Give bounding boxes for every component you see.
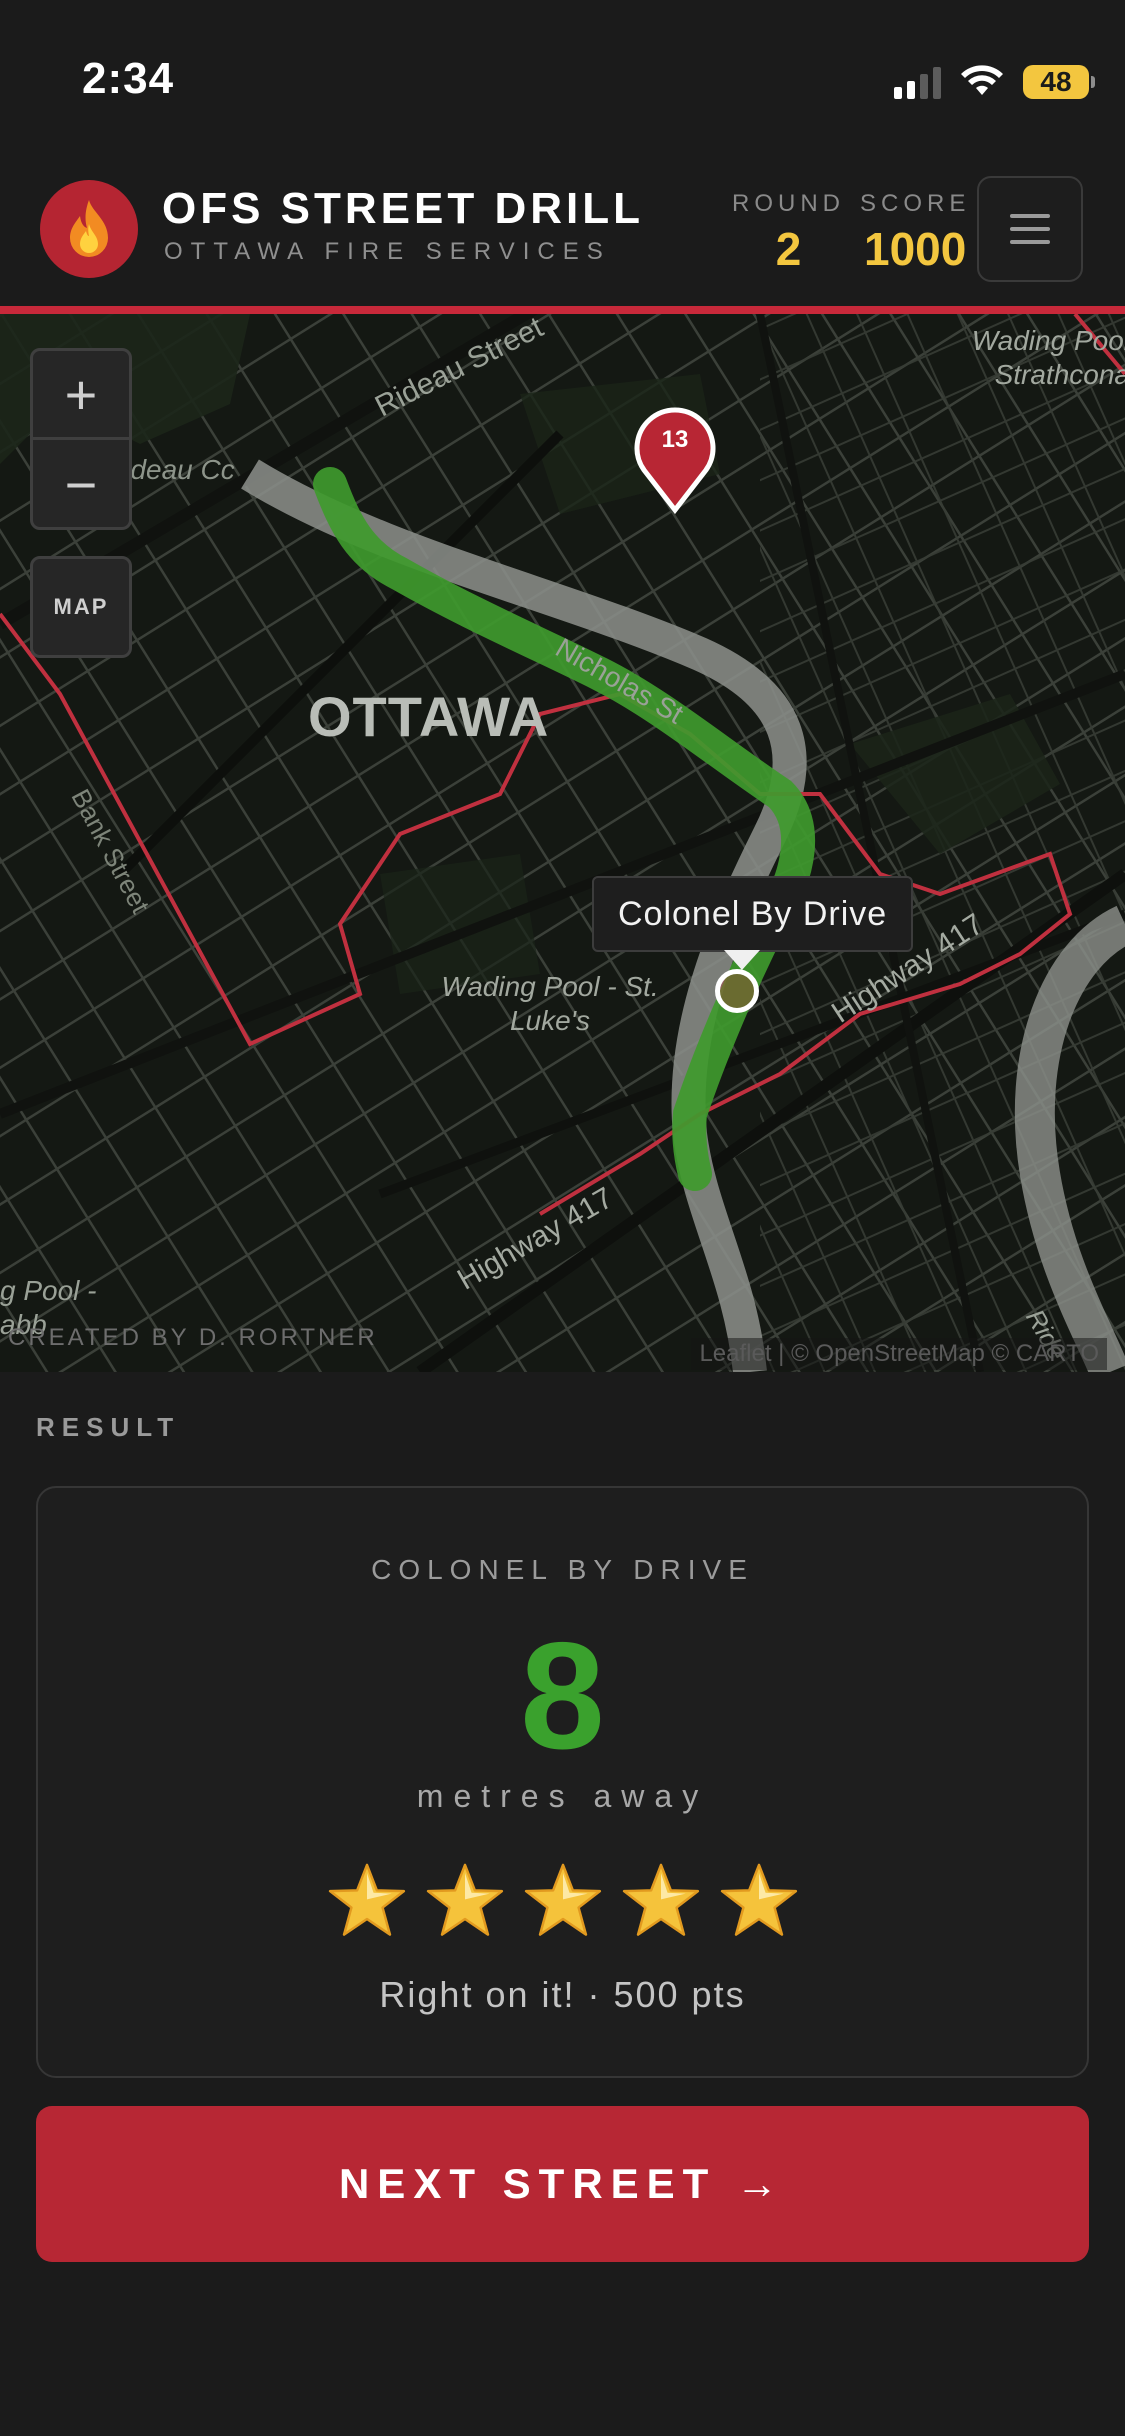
fire-logo-icon [40,180,138,278]
result-heading: RESULT [36,1412,181,1442]
map-attribution[interactable]: Leaflet | © OpenStreetMap © CARTO [691,1338,1107,1370]
map-layer-toggle[interactable]: MAP [30,556,132,658]
app-title: OFS STREET DRILL [162,184,644,233]
map-credit: CREATED BY D. RORTNER [8,1324,378,1351]
battery-level: 48 [1040,66,1072,97]
app-subtitle: OTTAWA FIRE SERVICES [164,238,611,265]
map-label-wading-pool-st-lukes-line1: Wading Pool - St. [441,971,659,1002]
map-label-wading-pool-st-lukes: Wading Pool - St. Luke's [420,970,680,1038]
score-value: 1000 [864,223,967,275]
guess-marker [715,969,759,1013]
street-tooltip-text: Colonel By Drive [618,894,888,933]
zoom-out-button[interactable]: − [33,440,129,527]
round-stat: ROUND 2 [732,190,845,276]
score-label: SCORE [860,190,971,217]
street-tooltip: Colonel By Drive [592,876,914,970]
status-time: 2:34 [82,54,175,103]
star-icon [622,1863,699,1936]
cellular-signal-icon [894,65,941,99]
zoom-control: + − [30,348,132,530]
menu-button[interactable] [977,176,1083,282]
map-label-strathcona-line1: Wading Pool [971,325,1125,356]
result-distance: 8 [520,1611,605,1781]
app-header: OFS STREET DRILL OTTAWA FIRE SERVICES RO… [0,160,1125,308]
battery-icon: 48 [1023,65,1095,99]
result-distance-unit: metres away [416,1778,709,1814]
zoom-in-button[interactable]: + [33,351,129,440]
star-icon [524,1863,601,1936]
next-street-button[interactable]: NEXT STREET → [36,2106,1089,2262]
map-label-wading-pool-strathcona: Wading Pool Strathcona [930,324,1125,392]
pin-number: 13 [661,426,689,453]
round-value: 2 [775,223,802,275]
map-label-pool-left-line1: g Pool - [0,1275,97,1306]
hamburger-icon [1010,214,1050,218]
star-icon [426,1863,503,1936]
result-message: Right on it! · 500 pts [379,1974,746,2015]
score-stat: SCORE 1000 [860,190,970,276]
map-pin-marker[interactable]: 13 [632,404,718,515]
status-bar: 2:34 48 [0,0,1125,160]
map-label-wading-pool-st-lukes-line2: Luke's [509,1005,591,1036]
star-icon [720,1863,797,1936]
wifi-icon [961,65,1003,95]
map-view[interactable]: Rideau Street Rideau Cc OTTAWA Nicholas … [0,314,1125,1372]
star-rating [38,1860,1087,1942]
map-label-strathcona-line2: Strathcona [994,359,1125,390]
round-label: ROUND [732,190,845,217]
result-street-name: COLONEL BY DRIVE [371,1554,754,1585]
status-icons: 48 [894,60,1095,104]
map-label-ottawa: OTTAWA [308,685,550,748]
header-divider [0,306,1125,314]
result-card: COLONEL BY DRIVE 8 metres away Right on … [36,1486,1089,2078]
map-pin-icon [634,407,716,515]
star-icon [328,1863,405,1936]
